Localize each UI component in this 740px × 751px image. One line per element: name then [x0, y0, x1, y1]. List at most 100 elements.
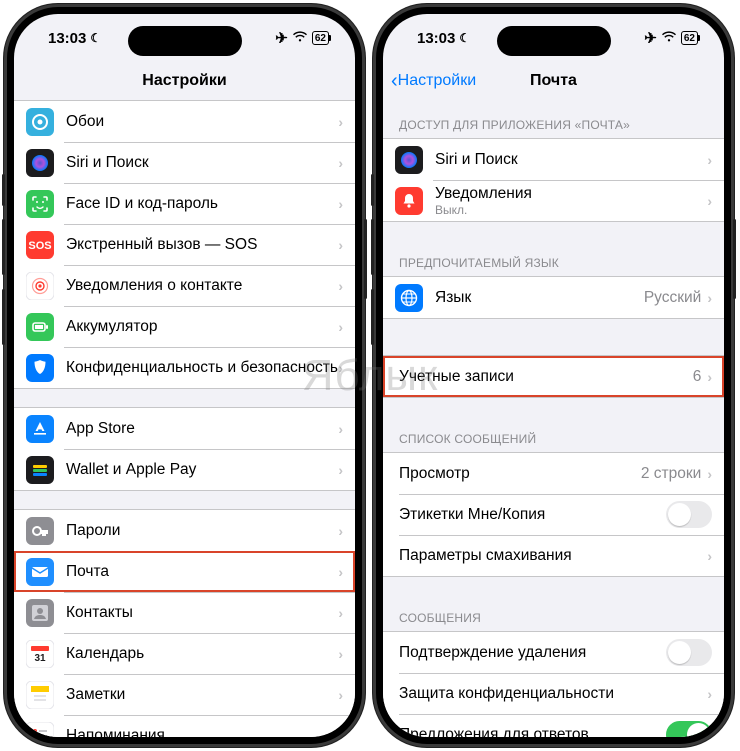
- settings-row-пароли[interactable]: Пароли›: [14, 510, 355, 551]
- toggle-switch[interactable]: [666, 721, 712, 737]
- chevron-right-icon: ›: [707, 290, 712, 306]
- page-title: Почта: [530, 72, 577, 90]
- row-value: 2 строки: [641, 465, 701, 483]
- settings-row-защита-конфиденциальности[interactable]: Защита конфиденциальности›: [383, 673, 724, 714]
- chevron-right-icon: ›: [338, 196, 343, 212]
- settings-row-обои[interactable]: Обои›: [14, 101, 355, 142]
- dynamic-island: [128, 26, 242, 56]
- chevron-right-icon: ›: [338, 155, 343, 171]
- chevron-right-icon: ›: [338, 114, 343, 130]
- row-label: App Store: [66, 419, 338, 438]
- settings-row-app-store[interactable]: App Store›: [14, 408, 355, 449]
- dnd-moon-icon: ☾: [90, 31, 101, 45]
- settings-row-предложения-для-ответов[interactable]: Предложения для ответов: [383, 714, 724, 737]
- settings-row-уведомления-о-контакте[interactable]: Уведомления о контакте›: [14, 265, 355, 306]
- battery-indicator: 62: [312, 31, 329, 45]
- settings-row-подтверждение-удаления[interactable]: Подтверждение удаления: [383, 632, 724, 673]
- settings-group: Просмотр2 строки› Этикетки Мне/Копия Парам…: [383, 452, 724, 577]
- row-label: Календарь: [66, 644, 338, 663]
- chevron-right-icon: ›: [338, 237, 343, 253]
- toggle-switch[interactable]: [666, 501, 712, 528]
- nav-bar: Настройки: [14, 62, 355, 100]
- row-label: Заметки: [66, 685, 338, 704]
- notifications-icon: [395, 187, 423, 215]
- status-time: 13:03: [48, 30, 86, 47]
- back-button[interactable]: ‹ Настройки: [391, 70, 476, 93]
- row-label: Аккумулятор: [66, 317, 338, 336]
- nav-bar: ‹ Настройки Почта: [383, 62, 724, 100]
- row-label: Язык: [435, 288, 644, 307]
- chevron-right-icon: ›: [338, 605, 343, 621]
- wallet-icon: [26, 456, 54, 484]
- settings-row-уведомления[interactable]: УведомленияВыкл.›: [383, 180, 724, 221]
- passwords-icon: [26, 517, 54, 545]
- siri-icon: [395, 146, 423, 174]
- settings-row-напоминания[interactable]: Напоминания›: [14, 715, 355, 737]
- page-title: Настройки: [142, 72, 226, 90]
- settings-row-этикетки-мне-копия[interactable]: Этикетки Мне/Копия: [383, 494, 724, 535]
- settings-row-учетные-записи[interactable]: Учетные записи6 ›: [383, 356, 724, 397]
- privacy-icon: [26, 354, 54, 382]
- faceid-icon: [26, 190, 54, 218]
- back-label: Настройки: [398, 72, 476, 90]
- contacts-icon: [26, 599, 54, 627]
- row-label: Уведомления о контакте: [66, 276, 338, 295]
- chevron-right-icon: ›: [338, 421, 343, 437]
- svg-text:31: 31: [34, 653, 46, 664]
- settings-group: Siri и Поиск›УведомленияВыкл.›: [383, 138, 724, 222]
- settings-row-siri-и-поиск[interactable]: Siri и Поиск›: [383, 139, 724, 180]
- appstore-icon: [26, 415, 54, 443]
- row-label: Учетные записи: [399, 367, 693, 386]
- settings-group: Учетные записи6 ›: [383, 355, 724, 398]
- settings-row-почта[interactable]: Почта›: [14, 551, 355, 592]
- settings-row-аккумулятор[interactable]: Аккумулятор›: [14, 306, 355, 347]
- row-label: Конфиденциальность и безопасность: [66, 358, 338, 377]
- settings-group: Пароли›Почта›Контакты› 31 Календарь › Заметк…: [14, 509, 355, 737]
- chevron-left-icon: ‹: [391, 70, 398, 93]
- settings-row-просмотр[interactable]: Просмотр2 строки›: [383, 453, 724, 494]
- settings-group: App Store›Wallet и Apple Pay›: [14, 407, 355, 491]
- settings-row-siri-и-поиск[interactable]: Siri и Поиск›: [14, 142, 355, 183]
- sos-icon: SOS: [26, 231, 54, 259]
- chevron-right-icon: ›: [338, 462, 343, 478]
- settings-row-параметры-смахивания[interactable]: Параметры смахивания›: [383, 535, 724, 576]
- settings-row-face-id-и-код-пароль[interactable]: Face ID и код-пароль›: [14, 183, 355, 224]
- row-label: Предложения для ответов: [399, 725, 666, 737]
- row-label: Подтверждение удаления: [399, 643, 666, 662]
- section-header: СООБЩЕНИЯ: [383, 595, 724, 631]
- wifi-icon: [661, 30, 677, 47]
- settings-list[interactable]: Обои›Siri и Поиск›Face ID и код-пароль›S…: [14, 100, 355, 737]
- row-label: Siri и Поиск: [66, 153, 338, 172]
- siri-icon: [26, 149, 54, 177]
- toggle-switch[interactable]: [666, 639, 712, 666]
- chevron-right-icon: ›: [707, 369, 712, 385]
- settings-row-календарь[interactable]: 31Календарь›: [14, 633, 355, 674]
- phone-right: 13:03 ☾ ✈︎ 62 ‹ Настройки Почта ДОСТУП Д…: [373, 4, 734, 747]
- battery-indicator: 62: [681, 31, 698, 45]
- chevron-right-icon: ›: [338, 564, 343, 580]
- settings-row-wallet-и-apple-pay[interactable]: Wallet и Apple Pay›: [14, 449, 355, 490]
- settings-row-заметки[interactable]: Заметки›: [14, 674, 355, 715]
- settings-row-конфиденциальность-и-безопасность[interactable]: Конфиденциальность и безопасность›: [14, 347, 355, 388]
- settings-row-язык[interactable]: ЯзыкРусский›: [383, 277, 724, 318]
- row-label: Просмотр: [399, 464, 641, 483]
- settings-row-экстренный-вызов-sos[interactable]: SOSЭкстренный вызов — SOS›: [14, 224, 355, 265]
- wallpaper-icon: [26, 108, 54, 136]
- row-label: Этикетки Мне/Копия: [399, 505, 666, 524]
- row-label: Параметры смахивания: [399, 546, 707, 565]
- row-sublabel: Выкл.: [435, 204, 707, 217]
- mail-settings-list[interactable]: ДОСТУП ДЛЯ ПРИЛОЖЕНИЯ «ПОЧТА»Siri и Поис…: [383, 100, 724, 737]
- calendar-icon: 31: [26, 640, 54, 668]
- status-time: 13:03: [417, 30, 455, 47]
- settings-row-контакты[interactable]: Контакты›: [14, 592, 355, 633]
- chevron-right-icon: ›: [338, 319, 343, 335]
- row-value: 6: [693, 368, 702, 386]
- notes-icon: [26, 681, 54, 709]
- section-header: СПИСОК СООБЩЕНИЙ: [383, 416, 724, 452]
- settings-group: Подтверждение удаления Защита конфиденциа…: [383, 631, 724, 737]
- row-label: Защита конфиденциальности: [399, 684, 707, 703]
- section-header: ДОСТУП ДЛЯ ПРИЛОЖЕНИЯ «ПОЧТА»: [383, 100, 724, 138]
- chevron-right-icon: ›: [338, 360, 343, 376]
- chevron-right-icon: ›: [707, 193, 712, 209]
- chevron-right-icon: ›: [707, 152, 712, 168]
